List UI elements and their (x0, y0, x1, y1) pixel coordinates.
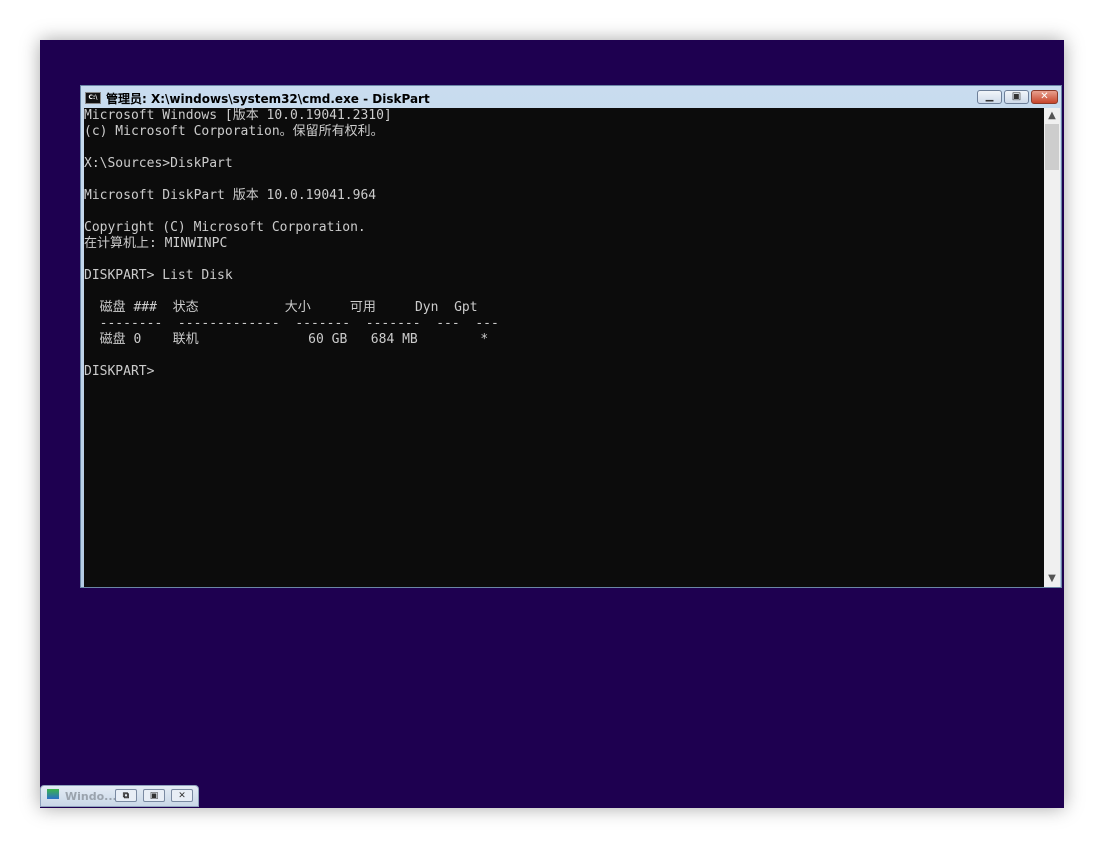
terminal-line: Microsoft Windows [版本 10.0.19041.2310] (84, 108, 392, 123)
minimized-window[interactable]: Windo... ⧉ ▣ ✕ (40, 785, 199, 807)
close-button[interactable]: ✕ (1031, 90, 1058, 104)
maximize-button[interactable]: ▣ (1004, 90, 1029, 104)
terminal-output[interactable]: Microsoft Windows [版本 10.0.19041.2310] (c… (84, 108, 1044, 587)
scroll-up-icon[interactable]: ▲ (1044, 108, 1060, 124)
cmd-window[interactable]: C:\ 管理员: X:\windows\system32\cmd.exe - D… (80, 85, 1062, 588)
minimized-title: Windo... (65, 790, 117, 803)
terminal-line: 在计算机上: MINWINPC (84, 236, 228, 251)
minimize-button[interactable]: ▁ (977, 90, 1002, 104)
cmd-icon: C:\ (85, 92, 101, 104)
scroll-down-icon[interactable]: ▼ (1044, 571, 1060, 587)
window-title: 管理员: X:\windows\system32\cmd.exe - DiskP… (106, 91, 430, 106)
terminal-line: 磁盘 ### 状态 大小 可用 Dyn Gpt (84, 300, 478, 315)
terminal-line: Microsoft DiskPart 版本 10.0.19041.964 (84, 188, 377, 203)
terminal-line: DISKPART> List Disk (84, 268, 233, 283)
close-button[interactable]: ✕ (171, 789, 193, 802)
vertical-scrollbar[interactable]: ▲ ▼ (1044, 108, 1060, 587)
restore-button[interactable]: ⧉ (115, 789, 137, 802)
terminal-prompt[interactable]: DISKPART> (84, 364, 1044, 380)
terminal-line: -------- ------------- ------- ------- -… (84, 316, 499, 331)
terminal-line: (c) Microsoft Corporation。保留所有权利。 (84, 124, 384, 139)
terminal-line: 磁盘 0 联机 60 GB 684 MB * (84, 332, 489, 347)
setup-icon (47, 789, 59, 799)
scroll-thumb[interactable] (1045, 124, 1059, 170)
terminal-line: Copyright (C) Microsoft Corporation. (84, 220, 366, 235)
terminal-line: X:\Sources>DiskPart (84, 156, 233, 171)
maximize-button[interactable]: ▣ (143, 789, 165, 802)
title-bar[interactable]: C:\ 管理员: X:\windows\system32\cmd.exe - D… (85, 90, 430, 106)
